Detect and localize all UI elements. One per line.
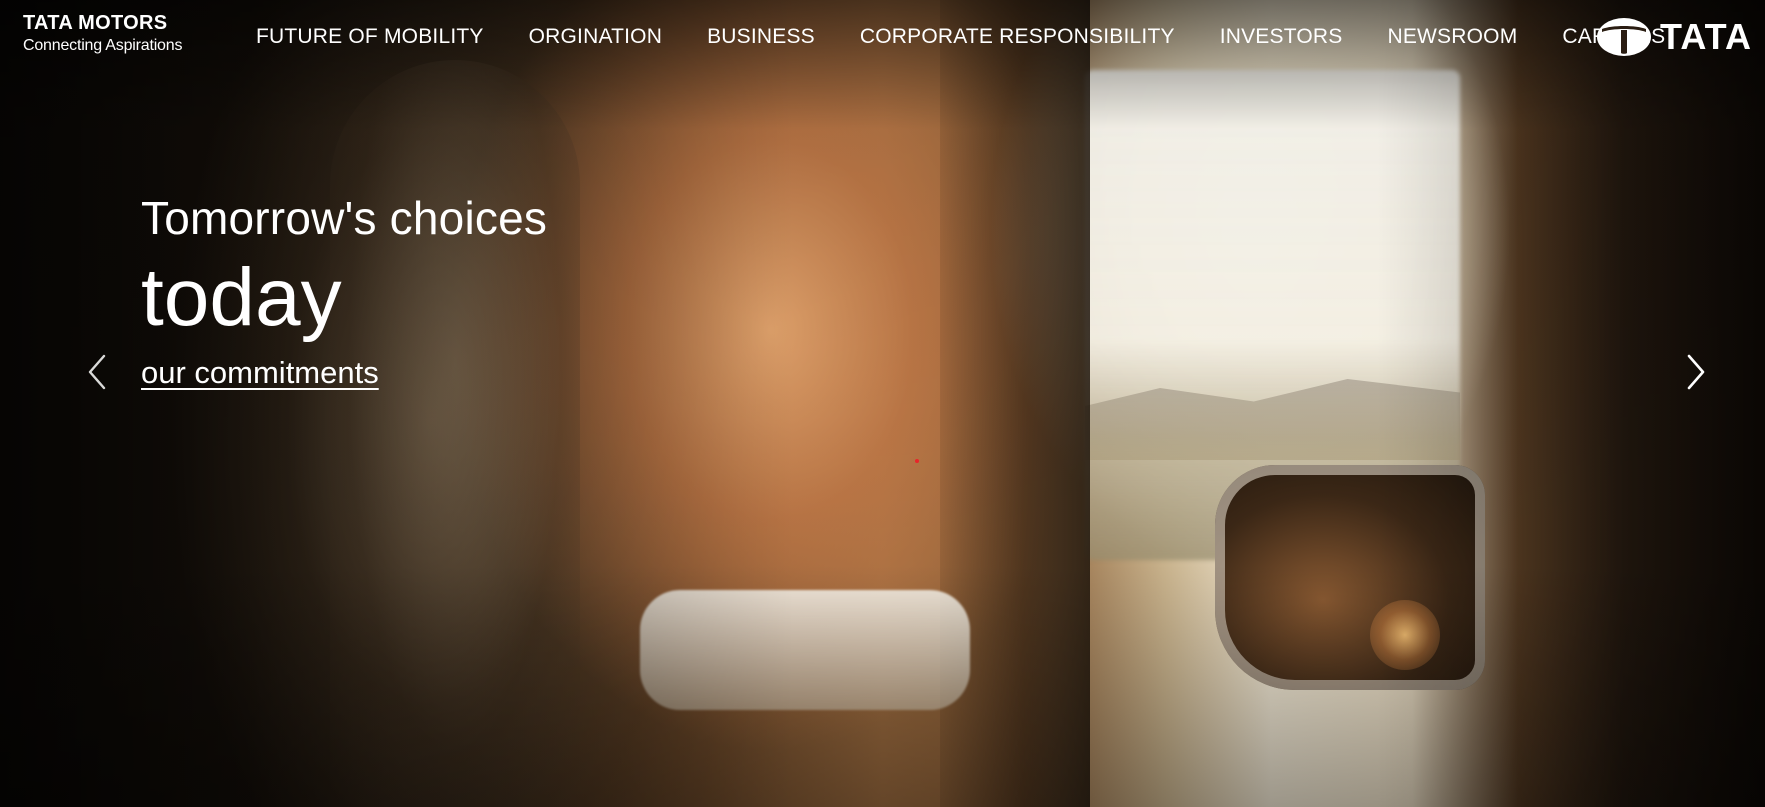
nav-item-future-of-mobility[interactable]: FUTURE OF MOBILITY	[256, 22, 484, 52]
main-nav: FUTURE OF MOBILITY ORGINATION BUSINESS C…	[256, 22, 1665, 52]
hero-vignette	[0, 0, 1765, 807]
nav-item-corporate-responsibility[interactable]: CORPORATE RESPONSIBILITY	[860, 22, 1175, 52]
hero-accent-dot	[915, 459, 919, 463]
our-commitments-link[interactable]: our commitments	[141, 355, 379, 391]
chevron-left-icon	[88, 354, 106, 390]
brand-tagline: Connecting Aspirations	[23, 37, 183, 54]
tata-wordmark: TATA	[1660, 16, 1752, 57]
carousel-prev-button[interactable]	[83, 352, 113, 392]
nav-item-business[interactable]: BUSINESS	[707, 22, 815, 52]
nav-item-orgination[interactable]: ORGINATION	[529, 22, 662, 52]
nav-item-newsroom[interactable]: NEWSROOM	[1387, 22, 1517, 52]
tata-emblem-icon	[1597, 18, 1651, 56]
hero-title: today	[141, 252, 342, 343]
tata-group-logo[interactable]: TATA	[1596, 17, 1752, 57]
homepage: TATA MOTORS Connecting Aspirations FUTUR…	[0, 0, 1765, 807]
hero-copy: Tomorrow's choices today our commitments	[141, 190, 547, 391]
hero-subtitle: Tomorrow's choices	[141, 192, 548, 244]
brand-logo[interactable]: TATA MOTORS Connecting Aspirations	[23, 12, 182, 56]
nav-item-investors[interactable]: INVESTORS	[1220, 22, 1343, 52]
brand-name: TATA MOTORS	[23, 12, 168, 34]
carousel-next-button[interactable]	[1680, 352, 1710, 392]
hero-background-image	[0, 0, 1765, 807]
chevron-right-icon	[1687, 354, 1705, 390]
site-header: TATA MOTORS Connecting Aspirations FUTUR…	[0, 0, 1765, 76]
